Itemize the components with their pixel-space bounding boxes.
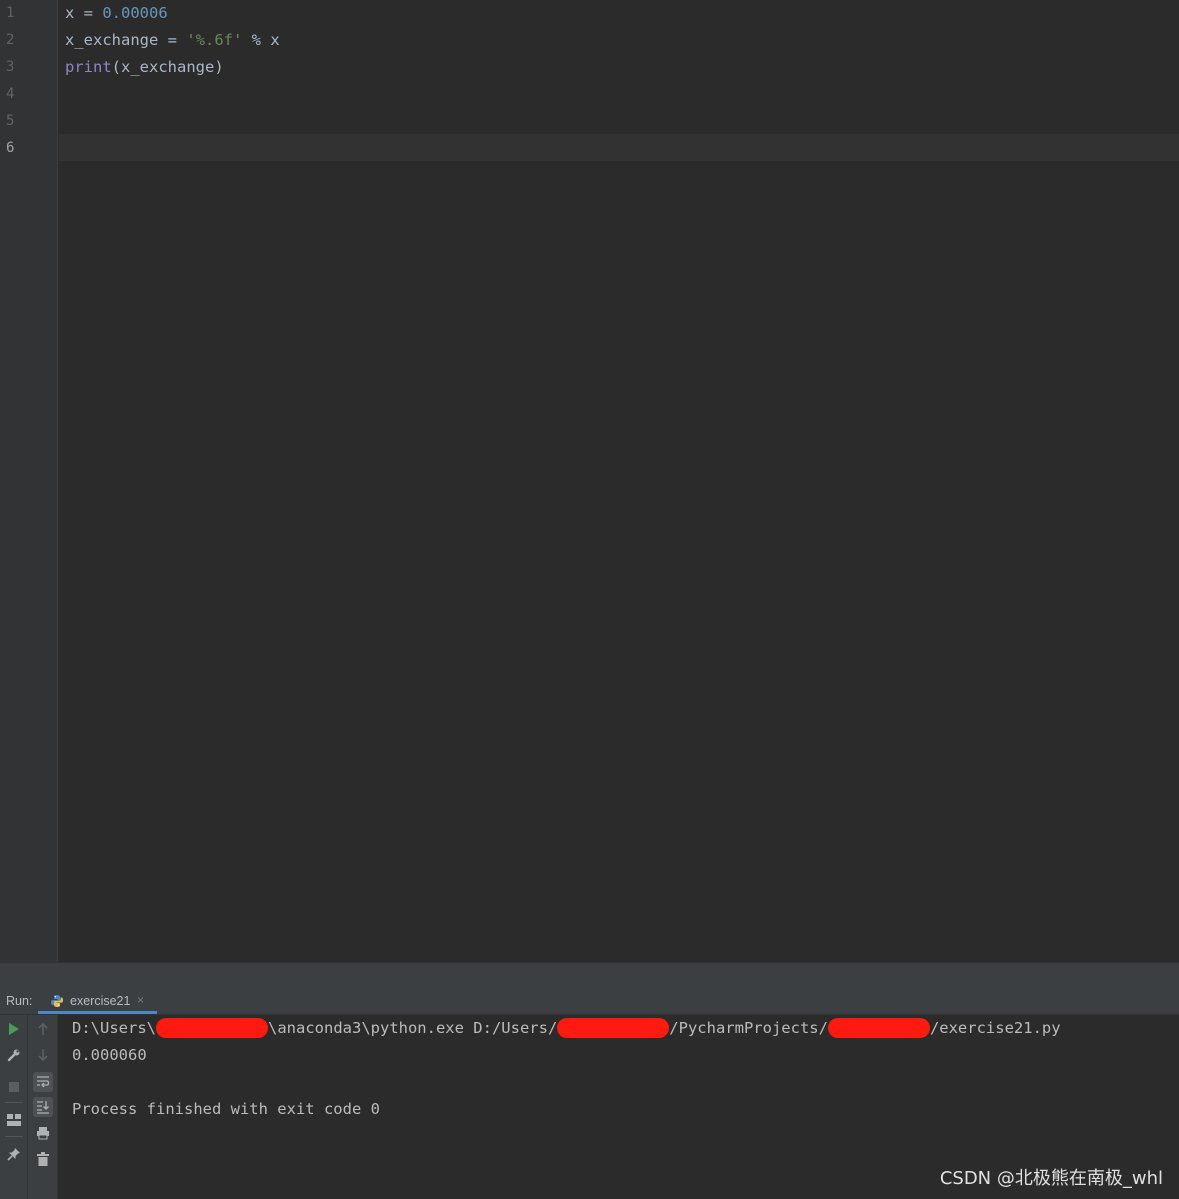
current-line-highlight <box>59 134 1179 161</box>
code-token: x = <box>65 4 103 22</box>
arrow-up-icon <box>37 1022 49 1036</box>
line-number-current: 6 <box>6 140 15 156</box>
print-button[interactable] <box>33 1123 53 1143</box>
panel-splitter[interactable] <box>0 962 1179 988</box>
clear-all-button[interactable] <box>33 1149 53 1169</box>
console-exit-message: Process finished with exit code 0 <box>72 1100 380 1118</box>
arrow-down-icon <box>37 1048 49 1062</box>
console-output-line: 0.000060 <box>72 1046 147 1064</box>
line-number: 1 <box>6 5 15 21</box>
code-token: x_exchange = <box>65 31 187 49</box>
line-number: 2 <box>6 32 15 48</box>
code-line[interactable]: print(x_exchange) <box>65 54 224 81</box>
console-text: /PycharmProjects/ <box>669 1019 828 1037</box>
run-tab-title: exercise21 <box>70 994 131 1008</box>
pin-icon <box>7 1147 21 1161</box>
console-command-line: D:\Users\ \anaconda3\python.exe D:/Users/… <box>72 1015 1061 1042</box>
run-tab-exercise21[interactable]: exercise21 × <box>38 988 157 1014</box>
redaction-mark <box>827 1017 930 1038</box>
console-text: \anaconda3\python.exe D:/Users/ <box>268 1019 558 1037</box>
code-token: (x_exchange) <box>111 58 224 76</box>
code-token: '%.6f' <box>186 31 243 49</box>
watermark: CSDN @北极熊在南极_whl <box>939 1168 1163 1189</box>
redaction-mark <box>557 1017 670 1038</box>
run-label: Run: <box>6 994 33 1008</box>
code-token: 0.00006 <box>102 4 168 22</box>
scroll-up-button[interactable] <box>33 1019 53 1039</box>
console-text: D:\Users\ <box>72 1019 156 1037</box>
edit-configuration-button[interactable] <box>4 1045 24 1065</box>
code-token: % x <box>242 31 280 49</box>
scroll-to-end-toggle[interactable] <box>33 1097 53 1117</box>
trash-icon <box>37 1152 49 1166</box>
restore-layout-button[interactable] <box>4 1110 24 1130</box>
stop-button[interactable] <box>4 1077 24 1097</box>
printer-icon <box>36 1126 50 1140</box>
soft-wrap-icon <box>36 1075 50 1089</box>
line-number: 4 <box>6 86 15 102</box>
close-icon[interactable]: × <box>137 993 144 1007</box>
stop-icon <box>9 1082 19 1092</box>
console-text: /exercise21.py <box>929 1019 1061 1037</box>
pin-tab-button[interactable] <box>4 1144 24 1164</box>
scroll-to-end-icon <box>36 1100 50 1114</box>
scroll-down-button[interactable] <box>33 1045 53 1065</box>
play-icon <box>8 1022 20 1036</box>
code-token: print <box>65 58 112 76</box>
code-editor[interactable]: 1 2 3 4 5 6 x = 0.00006 x_exchange = '%.… <box>0 0 1179 962</box>
run-toolwindow-header: Run: exercise21 × <box>0 988 1179 1015</box>
code-line[interactable]: x = 0.00006 <box>65 0 168 27</box>
layout-icon <box>7 1114 21 1126</box>
rerun-button[interactable] <box>4 1019 24 1039</box>
python-icon <box>50 994 64 1008</box>
toolbar-separator <box>5 1102 23 1103</box>
soft-wrap-toggle[interactable] <box>33 1072 53 1092</box>
line-number: 5 <box>6 113 15 129</box>
line-number: 3 <box>6 59 15 75</box>
run-toolbar-secondary <box>28 1015 58 1199</box>
wrench-icon <box>7 1048 21 1062</box>
line-number-gutter: 1 2 3 4 5 6 <box>0 0 58 962</box>
run-toolbar-primary <box>0 1015 28 1199</box>
redaction-mark <box>156 1017 268 1038</box>
toolbar-separator <box>5 1136 23 1137</box>
code-line[interactable]: x_exchange = '%.6f' % x <box>65 27 280 54</box>
